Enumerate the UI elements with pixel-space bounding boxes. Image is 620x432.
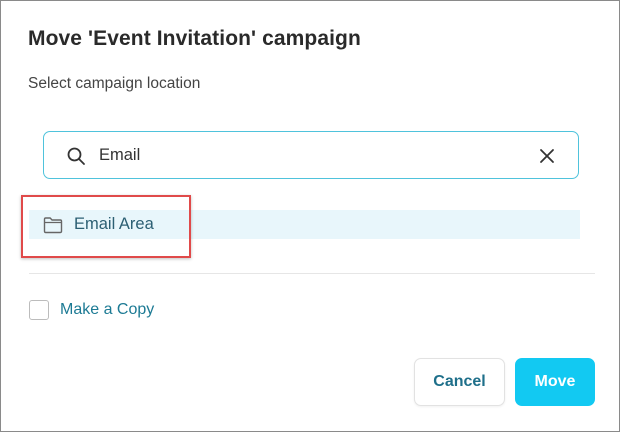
search-box[interactable] [43,131,579,179]
move-button[interactable]: Move [515,358,595,406]
make-a-copy-label[interactable]: Make a Copy [60,301,154,319]
dialog-title: Move 'Event Invitation' campaign [28,27,361,50]
divider [29,273,595,274]
search-icon [67,147,85,165]
make-a-copy-checkbox[interactable] [29,300,49,320]
dialog-subtitle: Select campaign location [28,75,201,92]
folder-item-email-area[interactable]: Email Area [29,210,580,239]
folder-icon [43,217,63,234]
search-input[interactable] [99,144,519,166]
close-icon[interactable] [537,146,557,166]
folder-item-label: Email Area [74,215,154,233]
cancel-button[interactable]: Cancel [414,358,505,406]
move-campaign-dialog: Move 'Event Invitation' campaign Select … [0,0,620,432]
